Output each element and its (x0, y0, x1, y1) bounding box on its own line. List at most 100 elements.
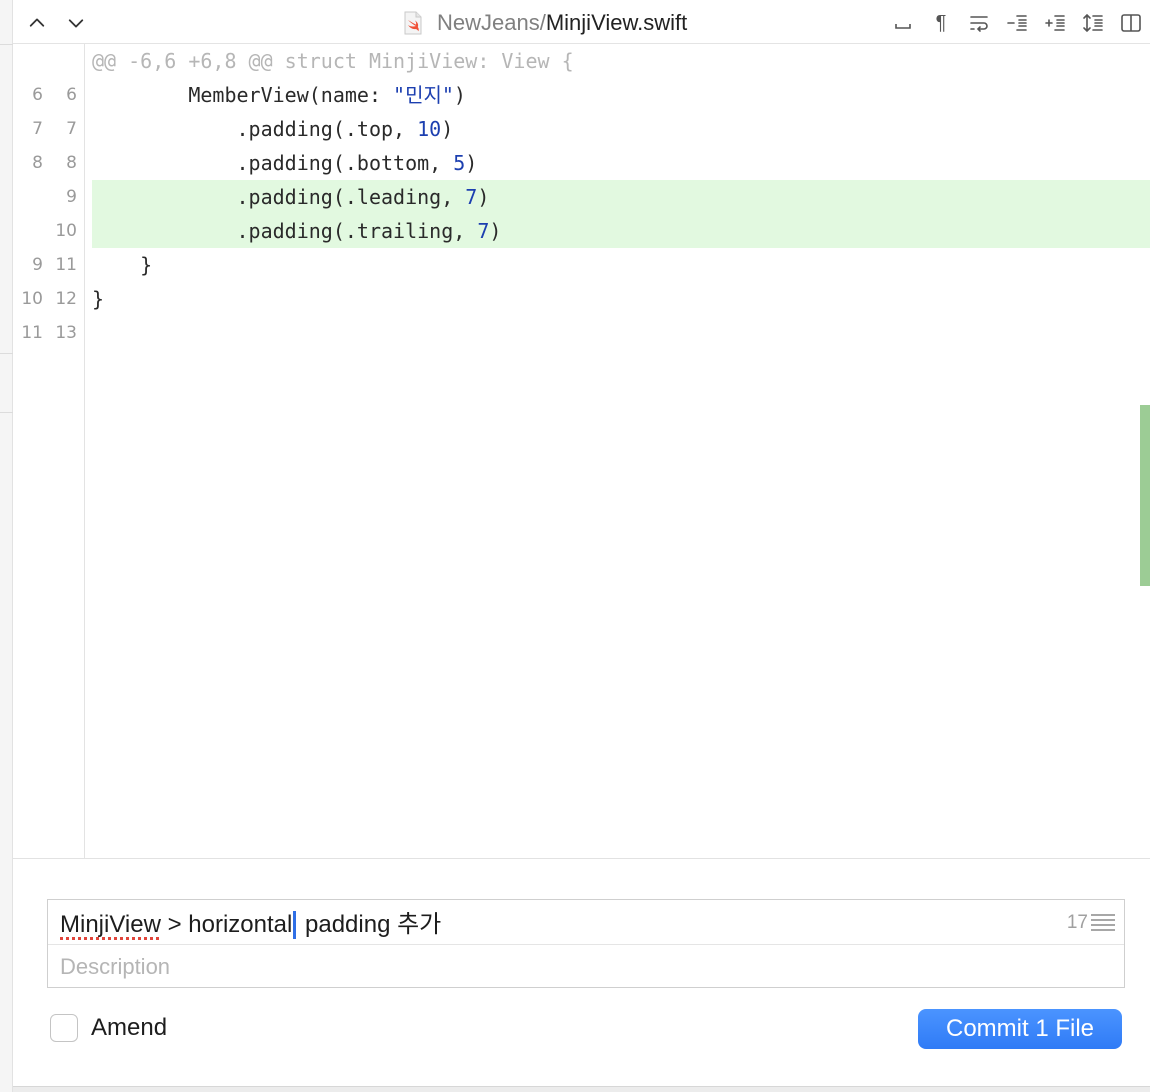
added-code-line: 10 .padding(.trailing, 7) (13, 214, 1150, 248)
commit-message-box[interactable]: MinjiView > horizontal padding 추가 17 Des… (47, 899, 1125, 988)
file-path: NewJeans/ (437, 10, 546, 35)
code-token: MemberView(name: (188, 83, 394, 107)
chevron-down-icon (68, 19, 84, 28)
old-line-number: 8 (32, 153, 43, 173)
file-name: MinjiView.swift (545, 10, 688, 35)
show-whitespace-icon (895, 24, 911, 29)
wrap-lines-icon (970, 16, 988, 32)
number-literal: 10 (417, 117, 442, 141)
old-line-number: 7 (32, 119, 43, 139)
code-token: ) (477, 185, 490, 209)
code-text: } (92, 282, 1150, 316)
new-line-number: 11 (55, 255, 77, 275)
expand-context-icon (1083, 13, 1103, 33)
text-lines-icon (1091, 914, 1115, 931)
misspelled-word: MinjiView (60, 911, 161, 938)
swift-file-icon (404, 11, 422, 35)
change-scroll-marker[interactable] (1140, 405, 1150, 586)
character-count: 17 (1066, 912, 1088, 933)
code-text: MemberView(name: "민지") (92, 78, 1150, 112)
string-literal: "민지" (393, 83, 454, 107)
old-line-number: 11 (21, 323, 43, 343)
number-literal: 5 (453, 151, 466, 175)
code-token: .padding(.leading, (236, 185, 466, 209)
new-line-number: 13 (55, 323, 77, 343)
code-line: 9 11 } (13, 248, 1150, 282)
commit-message-input[interactable]: MinjiView > horizontal padding 추가 (60, 910, 441, 940)
amend-option[interactable]: Amend (50, 1014, 167, 1042)
commit-message-text-rest: padding 추가 (298, 911, 442, 938)
sidebar-divider (0, 353, 13, 354)
new-line-number: 10 (55, 221, 77, 241)
code-token: } (92, 287, 105, 311)
sidebar-divider (0, 412, 13, 413)
code-line: 6 6 MemberView(name: "민지") (13, 78, 1150, 112)
new-line-number: 8 (66, 153, 77, 173)
description-field[interactable]: Description (60, 952, 170, 982)
code-token: ) (465, 151, 478, 175)
code-token: ) (489, 219, 502, 243)
code-text: .padding(.top, 10) (92, 112, 1150, 146)
new-line-number: 7 (66, 119, 77, 139)
new-line-number: 12 (55, 289, 77, 309)
side-by-side-icon (1121, 14, 1141, 32)
collapse-removed-button[interactable] (998, 8, 1036, 38)
code-line: 7 7 .padding(.top, 10) (13, 112, 1150, 146)
side-by-side-button[interactable] (1112, 8, 1150, 38)
code-line: 8 8 .padding(.bottom, 5) (13, 146, 1150, 180)
amend-label: Amend (91, 1014, 168, 1041)
number-literal: 7 (465, 185, 478, 209)
message-divider (48, 944, 1124, 945)
expand-context-button[interactable] (1074, 8, 1112, 38)
code-line: 10 12} (13, 282, 1150, 316)
diff-view[interactable]: @@ -6,6 +6,8 @@ struct MinjiView: View {… (13, 44, 1150, 858)
chevron-up-icon (29, 18, 45, 27)
previous-change-button[interactable] (24, 10, 50, 36)
sidebar-edge (0, 0, 13, 1092)
commit-panel: MinjiView > horizontal padding 추가 17 Des… (13, 858, 1150, 1092)
code-token: } (140, 253, 153, 277)
code-token: .padding(.top, (236, 117, 418, 141)
amend-checkbox[interactable] (50, 1014, 78, 1042)
code-text: .padding(.trailing, 7) (92, 214, 1150, 248)
window-bottom-edge (13, 1086, 1150, 1092)
code-token: .padding(.trailing, (236, 219, 478, 243)
hunk-header-line: @@ -6,6 +6,8 @@ struct MinjiView: View { (13, 44, 1150, 78)
old-line-number: 9 (32, 255, 43, 275)
collapse-added-icon (1045, 15, 1065, 31)
code-token: .padding(.bottom, (236, 151, 454, 175)
collapse-added-button[interactable] (1036, 8, 1074, 38)
show-invisibles-button[interactable]: ¶ (922, 8, 960, 38)
show-invisibles-icon: ¶ (935, 11, 947, 34)
commit-message-text: > horizontal (160, 911, 293, 938)
show-whitespace-button[interactable] (884, 8, 922, 38)
added-code-line: 9 .padding(.leading, 7) (13, 180, 1150, 214)
old-line-number: 10 (21, 289, 43, 309)
wrap-lines-button[interactable] (960, 8, 998, 38)
code-text: .padding(.bottom, 5) (92, 146, 1150, 180)
new-line-number: 6 (66, 85, 77, 105)
code-text: .padding(.leading, 7) (92, 180, 1150, 214)
sidebar-divider (0, 44, 13, 45)
collapse-removed-icon (1007, 15, 1027, 31)
old-line-number: 6 (32, 85, 43, 105)
diff-header: NewJeans/MinjiView.swift ¶ (13, 0, 1150, 44)
code-line: 11 13 (13, 316, 1150, 350)
code-token: ) (441, 117, 454, 141)
code-text: } (92, 248, 1150, 282)
hunk-header: @@ -6,6 +6,8 @@ struct MinjiView: View { (92, 49, 574, 73)
file-title: NewJeans/MinjiView.swift (403, 10, 687, 36)
new-line-number: 9 (66, 187, 77, 207)
text-caret (293, 911, 297, 939)
next-change-button[interactable] (63, 10, 89, 36)
commit-button[interactable]: Commit 1 File (918, 1009, 1122, 1049)
code-token: ) (453, 83, 466, 107)
number-literal: 7 (477, 219, 490, 243)
